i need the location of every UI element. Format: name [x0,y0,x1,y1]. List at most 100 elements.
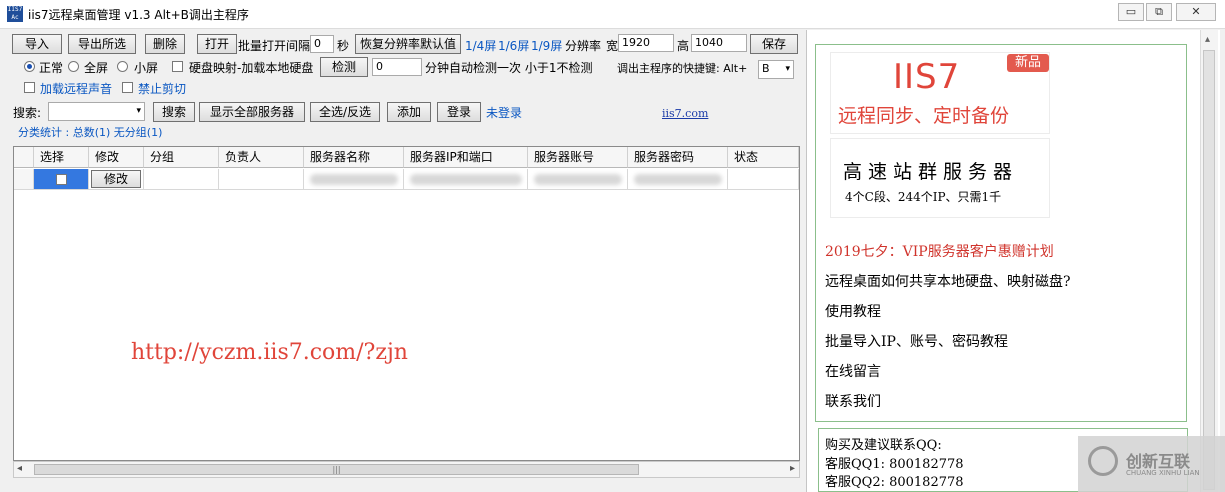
blurred-value [410,174,522,185]
remote-sound-label: 加载远程声音 [40,82,113,96]
delete-button[interactable]: 删除 [145,34,185,54]
login-status: 未登录 [486,106,523,120]
window-title: iis7远程桌面管理 v1.3 Alt+B调出主程序 [28,8,249,22]
close-icon[interactable]: ✕ [1176,3,1216,21]
column-header[interactable]: 服务器账号 [528,147,628,168]
blurred-value [534,174,622,185]
remote-sound-checkbox[interactable] [24,82,35,93]
server-table: 选择 修改 分组 负责人 服务器名称 服务器IP和端口 服务器账号 服务器密码 … [13,146,800,461]
login-button[interactable]: 登录 [437,102,481,122]
watermark-url: http://yczm.iis7.com/?zjn [131,340,408,365]
select-cell[interactable] [34,169,89,190]
open-button[interactable]: 打开 [197,34,237,54]
normal-label: 正常 [39,61,64,75]
detect-button[interactable]: 检测 [320,57,368,77]
row-edit-button[interactable]: 修改 [91,170,141,188]
server-name-cell[interactable] [304,169,404,190]
column-header[interactable]: 选择 [34,147,89,168]
select-toggle-button[interactable]: 全选/反选 [310,102,380,122]
row-select-checkbox[interactable] [56,174,67,185]
radio-smallscreen[interactable] [117,61,128,72]
scroll-right-icon[interactable]: ▸ [790,463,795,474]
link-tutorial[interactable]: 使用教程 [825,301,881,321]
horizontal-scrollbar[interactable]: ◂ ||| ▸ [13,461,800,478]
search-label: 搜索: [13,106,42,120]
vertical-scrollbar[interactable]: ▴ [1200,30,1218,492]
column-header[interactable]: 服务器IP和端口 [404,147,528,168]
brand-sub: CHUANG XINHU LIAN [1126,469,1200,477]
scroll-left-icon[interactable]: ◂ [17,463,22,474]
restore-resolution-button[interactable]: 恢复分辨率默认值 [355,34,461,54]
owner-cell[interactable] [219,169,304,190]
row-header [14,169,34,190]
scroll-up-icon[interactable]: ▴ [1205,34,1210,45]
interval-input[interactable]: 0 [310,35,334,53]
banner-slogan: 远程同步、定时备份 [838,105,1010,127]
link-contact[interactable]: 联系我们 [825,391,881,411]
column-header[interactable]: 状态 [728,147,799,168]
radio-fullscreen[interactable] [68,61,79,72]
width-input[interactable]: 1920 [618,34,674,52]
disk-map-checkbox[interactable] [172,61,183,72]
sync-backup-banner[interactable]: IIS7 新品 远程同步、定时备份 [830,52,1050,134]
hotkey-select[interactable]: B ▾ [758,60,794,79]
radio-normal[interactable] [24,61,35,72]
server-account-cell[interactable] [528,169,628,190]
column-header[interactable]: 分组 [144,147,219,168]
link-qixi-promo[interactable]: 2019七夕：VIP服务器客户惠赠计划 [825,241,1054,261]
app-icon: IIS7 Ac [7,6,23,22]
height-label: 高 [677,39,690,53]
show-all-button[interactable]: 显示全部服务器 [199,102,305,122]
title-bar: IIS7 Ac iis7远程桌面管理 v1.3 Alt+B调出主程序 ▭ ⧉ ✕ [0,0,1225,29]
edit-cell: 修改 [89,169,144,190]
search-button[interactable]: 搜索 [153,102,195,122]
hotkey-label: 调出主程序的快捷键: Alt+ [617,62,748,75]
cluster-server-banner[interactable]: 高速站群服务器 4个C段、244个IP、只需1千 [830,138,1050,218]
add-button[interactable]: 添加 [387,102,431,122]
screen-ninth-link[interactable]: 1/9屏 [531,37,562,54]
restore-icon[interactable]: ⧉ [1146,3,1172,21]
site-link[interactable]: iis7.com [662,107,708,120]
column-header[interactable]: 修改 [89,147,144,168]
server-ip-cell[interactable] [404,169,528,190]
status-cell[interactable] [728,169,799,190]
hotkey-value: B [762,62,770,75]
scroll-thumb[interactable]: ||| [34,464,639,475]
contact-title: 购买及建议联系QQ: [825,438,942,453]
blurred-value [310,174,398,185]
forbid-clipboard-label: 禁止剪切 [138,82,187,96]
server-password-cell[interactable] [628,169,728,190]
disk-map-label: 硬盘映射-加载本地硬盘 [189,61,314,75]
iis7-logo: IIS7 [893,57,961,97]
qq2: 客服QQ2: 800182778 [825,475,964,490]
blurred-value [634,174,722,185]
scroll-thumb[interactable] [1203,50,1215,490]
forbid-clipboard-checkbox[interactable] [122,82,133,93]
resolution-label: 分辨率 [565,39,602,53]
export-selected-button[interactable]: 导出所选 [68,34,136,54]
group-cell[interactable] [144,169,219,190]
height-input[interactable]: 1040 [691,34,747,52]
save-button[interactable]: 保存 [750,34,798,54]
column-header[interactable]: 负责人 [219,147,304,168]
detect-note: 分钟自动检测一次 小于1不检测 [425,61,593,75]
column-header[interactable]: 服务器名称 [304,147,404,168]
cluster-subtitle: 4个C段、244个IP、只需1千 [845,190,1002,204]
search-combo[interactable]: ▾ [48,102,145,121]
screen-sixth-link[interactable]: 1/6屏 [498,37,529,54]
column-header[interactable]: 服务器密码 [628,147,728,168]
width-label: 宽 [606,39,619,53]
link-share-disk[interactable]: 远程桌面如何共享本地硬盘、映射磁盘? [825,271,1071,291]
category-stats: 分类统计 : 总数(1) 无分组(1) [18,126,163,139]
minimize-icon[interactable]: ▭ [1118,3,1144,21]
chevron-down-icon: ▾ [136,106,141,116]
link-message[interactable]: 在线留言 [825,361,881,381]
screen-quarter-link[interactable]: 1/4屏 [465,37,496,54]
qq1: 客服QQ1: 800182778 [825,457,964,472]
import-button[interactable]: 导入 [12,34,62,54]
new-badge: 新品 [1007,54,1049,72]
detect-interval-input[interactable]: 0 [372,58,422,76]
smallscreen-label: 小屏 [134,61,159,75]
batch-interval-label: 批量打开间隔 [238,39,311,53]
link-batch-import[interactable]: 批量导入IP、账号、密码教程 [825,331,1008,351]
